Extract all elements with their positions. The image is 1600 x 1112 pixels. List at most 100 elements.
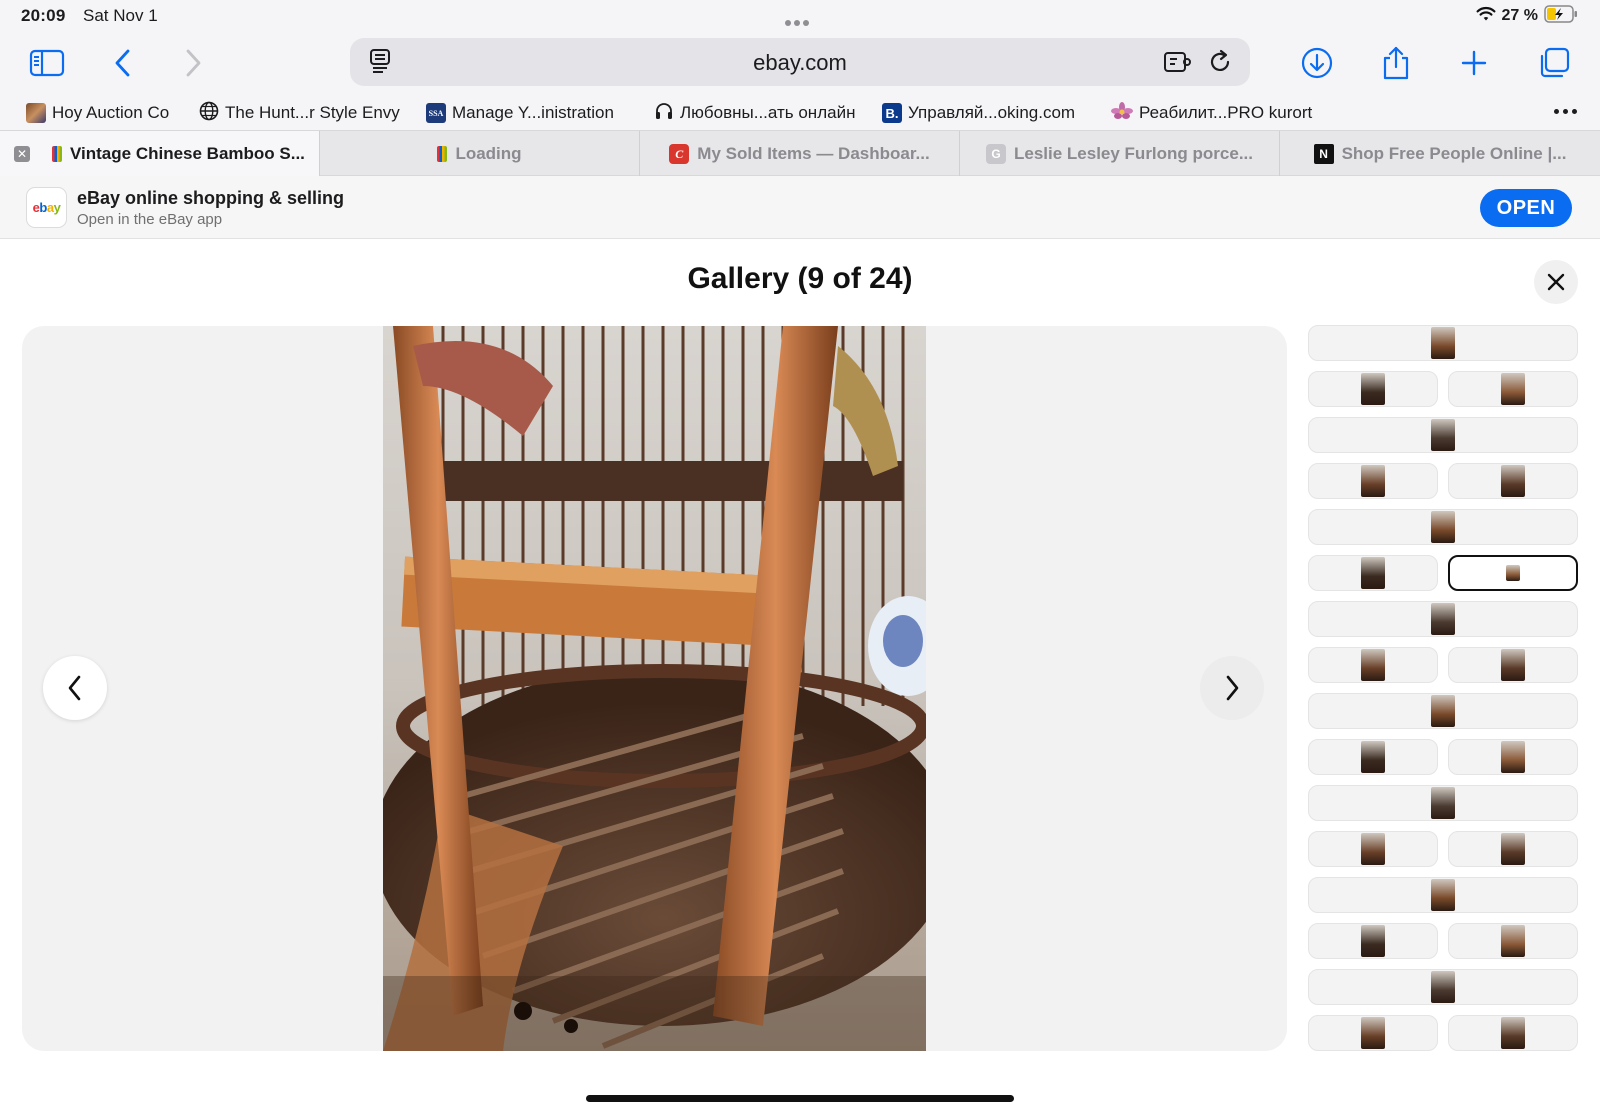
reload-icon[interactable] bbox=[1204, 46, 1236, 78]
gallery-thumbnail[interactable] bbox=[1308, 877, 1578, 913]
status-indicators: 27 % bbox=[1476, 4, 1578, 28]
banner-subtitle: Open in the eBay app bbox=[77, 211, 223, 228]
thumbnail-image bbox=[1361, 465, 1385, 497]
tab-bar: ✕ Vintage Chinese Bamboo S... Loading C … bbox=[0, 130, 1600, 177]
tab-label: Leslie Lesley Furlong porce... bbox=[1013, 144, 1253, 163]
thumbnail-image bbox=[1431, 327, 1455, 359]
gallery-thumbnail[interactable] bbox=[1448, 371, 1578, 407]
gallery-title: Gallery (9 of 24) bbox=[687, 262, 913, 295]
previous-image-button[interactable] bbox=[43, 656, 107, 720]
gallery-thumbnail[interactable] bbox=[1308, 693, 1578, 729]
booking-favicon-icon: B. bbox=[882, 103, 902, 123]
thumbnail-strip bbox=[1308, 325, 1578, 1053]
thumbnail-image bbox=[1361, 1017, 1385, 1049]
battery-percent: 27 % bbox=[1501, 7, 1538, 24]
chevron-right-icon bbox=[1226, 675, 1239, 701]
thumbnail-image bbox=[1431, 511, 1455, 543]
screen: 20:09 Sat Nov 1 27 % ebay.com Hoy Auctio… bbox=[0, 0, 1600, 1112]
ebay-bag-favicon-icon bbox=[437, 146, 448, 162]
extension-icon[interactable] bbox=[1162, 46, 1194, 78]
bookmark-hoy-auction[interactable]: Hoy Auction Co bbox=[26, 102, 169, 124]
browser-toolbar: ebay.com bbox=[0, 32, 1600, 94]
gallery-thumbnail[interactable] bbox=[1308, 371, 1438, 407]
bookmark-label: Управляй...oking.com bbox=[908, 103, 1076, 122]
tab-leslie-furlong[interactable]: G Leslie Lesley Furlong porce... bbox=[960, 131, 1280, 177]
ebay-logo-icon: ebay bbox=[26, 187, 67, 228]
gallery-thumbnail[interactable] bbox=[1448, 555, 1578, 591]
photo-favicon-icon bbox=[26, 103, 46, 123]
bookmark-ssa[interactable]: SSA Manage Y...inistration bbox=[426, 102, 614, 124]
thumbnail-image bbox=[1501, 649, 1525, 681]
bookmark-label: Manage Y...inistration bbox=[452, 103, 614, 122]
thumbnail-image bbox=[1501, 465, 1525, 497]
gallery-thumbnail[interactable] bbox=[1308, 1015, 1438, 1051]
bookmark-label: Любовны...ать онлайн bbox=[680, 103, 856, 122]
forward-icon[interactable] bbox=[172, 42, 214, 84]
gallery-thumbnail[interactable] bbox=[1448, 739, 1578, 775]
thumbnail-image bbox=[1361, 741, 1385, 773]
tabs-icon[interactable] bbox=[1533, 42, 1575, 84]
bookmark-booking[interactable]: B. Управляй...oking.com bbox=[882, 102, 1075, 124]
bookmark-label: Реабилит...PRO kurort bbox=[1139, 103, 1313, 122]
image-viewer[interactable] bbox=[22, 326, 1287, 1051]
gallery-thumbnail[interactable] bbox=[1308, 417, 1578, 453]
multitasking-dots-icon[interactable] bbox=[785, 13, 815, 26]
thumbnail-image bbox=[1431, 419, 1455, 451]
status-time: 20:09 bbox=[21, 6, 66, 25]
close-tab-icon[interactable]: ✕ bbox=[14, 146, 30, 162]
gallery-thumbnail[interactable] bbox=[1448, 831, 1578, 867]
thumbnail-image bbox=[1361, 925, 1385, 957]
bookmark-label: Hoy Auction Co bbox=[52, 103, 170, 122]
gallery-thumbnail[interactable] bbox=[1308, 923, 1438, 959]
gallery-thumbnail[interactable] bbox=[1448, 647, 1578, 683]
gallery-thumbnail[interactable] bbox=[1308, 509, 1578, 545]
ssa-favicon-icon: SSA bbox=[426, 103, 446, 123]
n-favicon-icon: N bbox=[1313, 144, 1334, 164]
favorites-bar: Hoy Auction Co The Hunt...r Style Envy S… bbox=[0, 94, 1600, 130]
gallery-thumbnail[interactable] bbox=[1308, 831, 1438, 867]
gallery-thumbnail[interactable] bbox=[1308, 785, 1578, 821]
back-icon[interactable] bbox=[102, 42, 144, 84]
bookmark-hunt[interactable]: The Hunt...r Style Envy bbox=[199, 101, 400, 124]
more-icon[interactable] bbox=[1554, 104, 1578, 118]
thumbnail-image bbox=[1431, 879, 1455, 911]
gallery-thumbnail[interactable] bbox=[1308, 555, 1438, 591]
plus-icon[interactable] bbox=[1453, 42, 1495, 84]
gallery-thumbnail[interactable] bbox=[1308, 647, 1438, 683]
tab-my-sold-items[interactable]: C My Sold Items — Dashboar... bbox=[640, 131, 960, 177]
home-indicator[interactable] bbox=[586, 1095, 1014, 1102]
wifi-icon bbox=[1476, 6, 1496, 27]
battery-charging-icon bbox=[1544, 4, 1578, 28]
gallery-thumbnail[interactable] bbox=[1448, 1015, 1578, 1051]
thumbnail-image bbox=[1501, 925, 1525, 957]
sidebar-icon[interactable] bbox=[26, 42, 68, 84]
headphones-icon bbox=[654, 101, 674, 126]
open-app-button[interactable]: OPEN bbox=[1480, 189, 1572, 227]
gallery-thumbnail[interactable] bbox=[1308, 969, 1578, 1005]
gallery-thumbnail[interactable] bbox=[1308, 601, 1578, 637]
thumbnail-image bbox=[1361, 649, 1385, 681]
flower-icon bbox=[1111, 101, 1133, 126]
g-favicon-icon: G bbox=[985, 144, 1006, 164]
gallery-thumbnail[interactable] bbox=[1448, 923, 1578, 959]
bookmark-lyubovny[interactable]: Любовны...ать онлайн bbox=[654, 102, 855, 124]
thumbnail-image bbox=[1361, 833, 1385, 865]
thumbnail-image bbox=[1431, 603, 1455, 635]
download-icon[interactable] bbox=[1296, 42, 1338, 84]
gallery-thumbnail[interactable] bbox=[1448, 463, 1578, 499]
close-gallery-button[interactable] bbox=[1534, 260, 1578, 304]
tab-loading[interactable]: Loading bbox=[320, 131, 640, 177]
url-text[interactable]: ebay.com bbox=[350, 50, 1250, 76]
tab-label: My Sold Items — Dashboar... bbox=[697, 144, 930, 163]
thumbnail-image bbox=[1501, 1017, 1525, 1049]
tab-vintage-chinese[interactable]: ✕ Vintage Chinese Bamboo S... bbox=[0, 131, 320, 177]
banner-title: eBay online shopping & selling bbox=[77, 188, 345, 208]
share-icon[interactable] bbox=[1375, 42, 1417, 84]
gallery-thumbnail[interactable] bbox=[1308, 463, 1438, 499]
gallery-thumbnail[interactable] bbox=[1308, 325, 1578, 361]
next-image-button[interactable] bbox=[1200, 656, 1264, 720]
gallery-thumbnail[interactable] bbox=[1308, 739, 1438, 775]
bookmark-kurort[interactable]: Реабилит...PRO kurort bbox=[1111, 101, 1313, 126]
address-bar[interactable]: ebay.com bbox=[350, 38, 1250, 86]
tab-free-people[interactable]: N Shop Free People Online |... bbox=[1280, 131, 1600, 177]
